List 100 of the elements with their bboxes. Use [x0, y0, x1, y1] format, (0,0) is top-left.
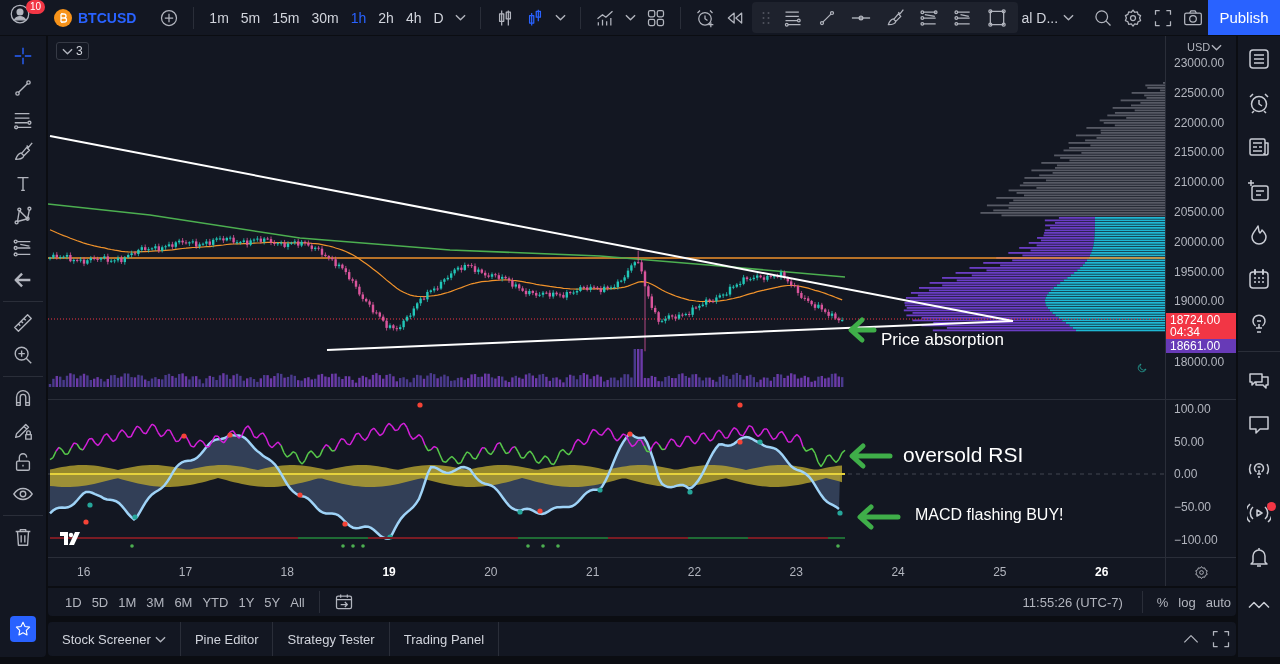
time-axis-label: 22	[687, 565, 703, 579]
fib-channel-icon	[918, 7, 939, 28]
price-axis-label: 22000.00	[1173, 114, 1226, 132]
panel-tab[interactable]: Trading Panel	[389, 622, 500, 656]
indicator-legend-toggle[interactable]: 3	[56, 42, 89, 60]
symbol-name[interactable]: BTCUSD	[78, 9, 137, 26]
interval-button[interactable]: 30m	[305, 5, 345, 30]
calendar-icon	[1247, 267, 1271, 291]
notification-badge: 10	[26, 0, 46, 14]
clock-text: 11:55:26 (UTC-7)	[1022, 594, 1123, 610]
annotation-arrow	[849, 443, 893, 469]
bell-icon	[1247, 545, 1271, 569]
rectangle-icon	[986, 7, 1007, 28]
price-axis-label: 21000.00	[1173, 174, 1226, 192]
range-button[interactable]: All	[285, 591, 310, 613]
range-button[interactable]: 1D	[60, 591, 87, 613]
range-button[interactable]: 1Y	[233, 591, 260, 613]
indicator-count: 3	[76, 44, 83, 58]
interval-button[interactable]: 4h	[399, 5, 428, 30]
interval-button[interactable]: 2h	[372, 5, 400, 30]
annotation-arrow	[857, 504, 901, 530]
coin-icon	[54, 8, 72, 27]
indicator-axis-label: 100.00	[1173, 401, 1212, 418]
chevron-down-icon	[62, 47, 73, 55]
time-axis-label: 18	[280, 565, 295, 579]
interval-button[interactable]: D	[427, 5, 450, 30]
scale-option-button[interactable]: log	[1173, 591, 1201, 613]
price-axis-label: 21500.00	[1173, 144, 1226, 162]
list-icon	[1247, 47, 1271, 71]
range-button[interactable]: 5D	[86, 591, 114, 613]
range-button[interactable]: 5Y	[259, 591, 286, 613]
interval-button[interactable]: 15m	[266, 5, 306, 30]
search-icon	[1093, 7, 1113, 28]
chevron-down-icon	[554, 14, 566, 21]
avatar-icon[interactable]	[10, 3, 30, 24]
price-tag: 18724.00 04:34	[1166, 313, 1236, 340]
horizontal-ray-icon	[850, 14, 871, 21]
logo-icon	[60, 532, 80, 545]
brush-icon	[12, 141, 34, 163]
price-axis-label: 22500.00	[1173, 84, 1226, 102]
annotation-text: MACD flashing BUY!	[915, 506, 1064, 524]
broadcast-icon	[1247, 501, 1271, 525]
grid-icon	[645, 7, 666, 28]
time-axis-label: 16	[77, 565, 92, 579]
crosshair-icon	[12, 45, 34, 67]
interval-button[interactable]: 1h	[344, 5, 373, 30]
price-axis-label: 19000.00	[1173, 293, 1226, 311]
indicator-axis-label: 0.00	[1173, 466, 1199, 484]
indicator-axis-label: −50.00	[1173, 499, 1213, 517]
scale-option-button[interactable]: %	[1151, 591, 1174, 613]
currency-menu[interactable]: USD	[1166, 41, 1236, 53]
camera-icon	[1183, 7, 1203, 28]
interval-button[interactable]: 1m	[203, 5, 235, 30]
fib-lines-icon	[952, 7, 973, 28]
chevron-down-icon	[624, 14, 636, 21]
favorites-button[interactable]	[10, 616, 36, 642]
panel-tab[interactable]: Strategy Tester	[273, 622, 390, 656]
star-icon	[14, 620, 32, 638]
time-axis-label: 24	[891, 565, 906, 579]
fullscreen-icon	[1153, 7, 1173, 28]
settings-icon	[1123, 7, 1143, 28]
range-button[interactable]: 1M	[113, 591, 142, 613]
time-axis-label: 25	[993, 565, 1008, 579]
price-axis-label: 20000.00	[1173, 233, 1226, 251]
interval-button[interactable]: 5m	[234, 5, 267, 30]
annotation-arrow	[848, 317, 877, 343]
list-plus-icon	[1247, 179, 1271, 203]
panel-tab[interactable]: Pine Editor	[180, 622, 274, 656]
price-axis-label: 20500.00	[1173, 204, 1226, 221]
fullscreen-icon	[1211, 629, 1231, 649]
zigzag-icon	[1248, 601, 1270, 609]
layout-name[interactable]: al D...	[1021, 9, 1059, 26]
annotation-text: Price absorption	[881, 330, 1004, 350]
indicator-axis-label: 50.00	[1173, 433, 1206, 451]
range-button[interactable]: 3M	[141, 591, 170, 613]
annotation-text: oversold RSI	[903, 443, 1024, 467]
time-axis-label: 26	[1094, 565, 1110, 579]
range-button[interactable]: YTD	[197, 591, 234, 613]
moon-icon	[1136, 362, 1148, 374]
chevron-down-icon	[1063, 14, 1075, 21]
scale-option-button[interactable]: auto	[1200, 591, 1236, 613]
price-axis-label: 23000.00	[1173, 55, 1226, 72]
pattern-icon	[12, 205, 34, 227]
chevron-down-icon	[1211, 43, 1223, 51]
time-axis-label: 20	[484, 565, 499, 579]
trend-line-icon	[12, 77, 34, 99]
time-axis-label: 17	[178, 565, 194, 579]
price-axis-label: 19500.00	[1173, 263, 1226, 281]
panel-tab[interactable]: Stock Screener	[48, 622, 181, 656]
alarm-clock-icon	[1247, 91, 1271, 115]
settings-icon[interactable]	[1193, 564, 1209, 580]
time-axis-label: 23	[789, 565, 804, 579]
indicator-axis-label: −100.00	[1173, 531, 1219, 549]
ruler-icon	[12, 312, 34, 334]
price-tag: 18661.00	[1166, 339, 1236, 354]
publish-button[interactable]: Publish	[1208, 0, 1280, 35]
range-button[interactable]: 6M	[169, 591, 198, 613]
time-axis-label: 21	[586, 565, 601, 579]
alarm-plus-icon	[694, 7, 715, 28]
time-axis-label: 19	[382, 565, 397, 579]
